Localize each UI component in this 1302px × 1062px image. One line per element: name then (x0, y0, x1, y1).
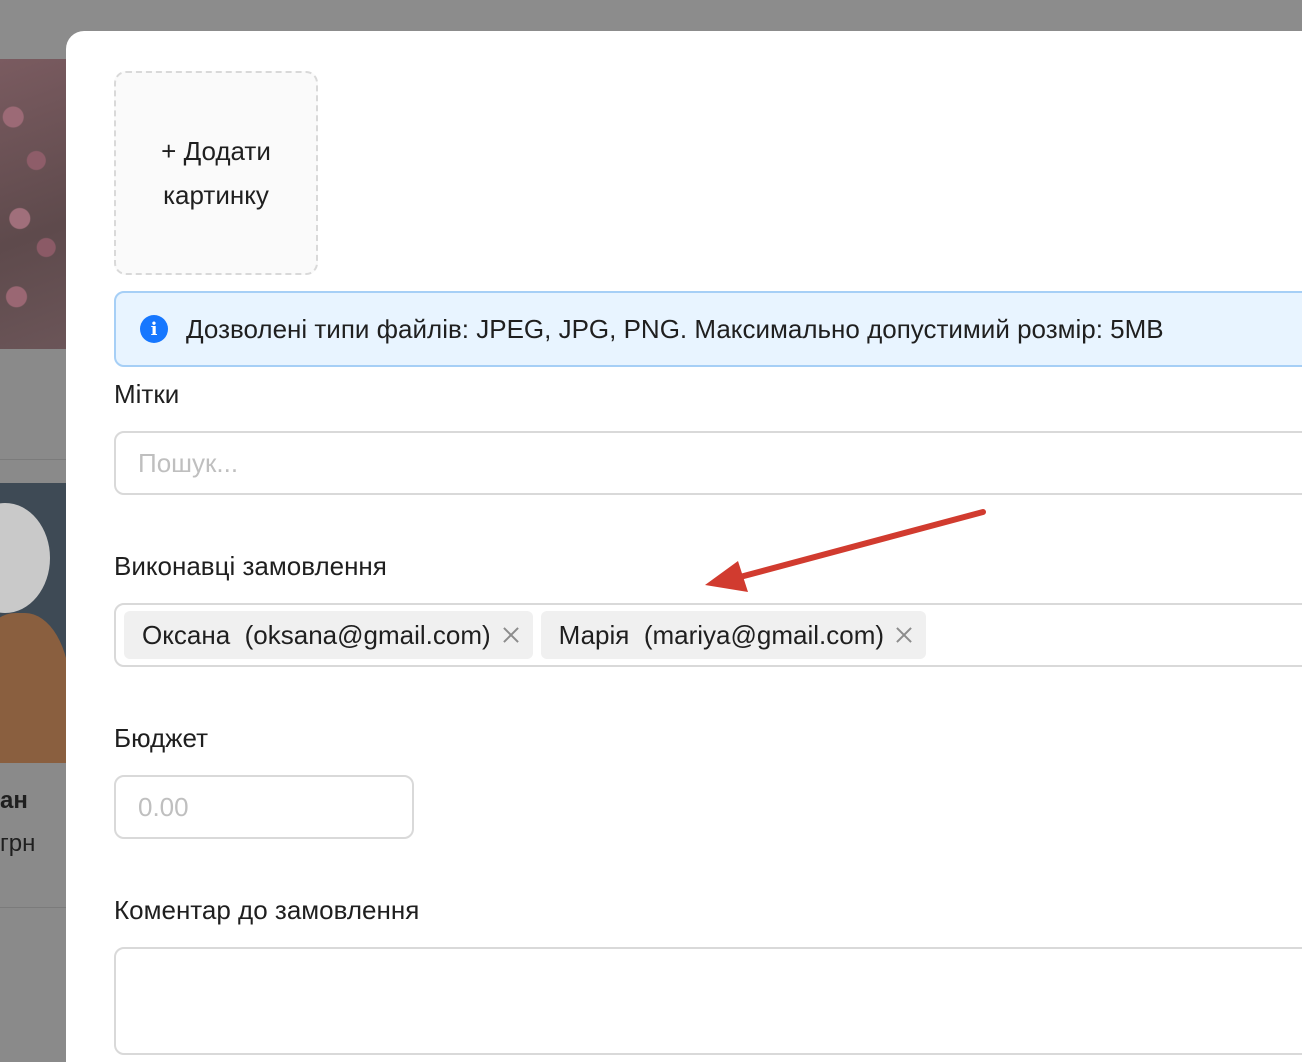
info-icon: i (140, 315, 168, 343)
executor-tag: Оксана (oksana@gmail.com) (124, 611, 533, 659)
product-card-price: грн (0, 830, 36, 857)
executor-tag: Марія (mariya@gmail.com) (540, 611, 927, 659)
product-card-title: ан (0, 787, 28, 814)
background-divider (0, 907, 66, 908)
executor-tag-label: Марія (mariya@gmail.com) (558, 619, 885, 650)
background-divider (0, 459, 66, 460)
product-image-flowers (0, 59, 66, 349)
order-modal: + Додати картинку i Дозволені типи файлі… (66, 31, 1302, 1062)
info-alert-text: Дозволені типи файлів: JPEG, JPG, PNG. М… (186, 313, 1164, 344)
executors-select[interactable]: Оксана (oksana@gmail.com) Марія (mariya@… (114, 603, 1302, 667)
budget-label: Бюджет (114, 723, 209, 753)
comment-textarea[interactable] (114, 947, 1302, 1055)
comment-label: Коментар до замовлення (114, 895, 420, 925)
doll-head-shape (0, 503, 50, 613)
executors-label: Виконавці замовлення (114, 551, 387, 581)
background-page: ан грн (0, 59, 66, 1062)
close-icon[interactable] (501, 625, 521, 645)
close-icon[interactable] (894, 625, 914, 645)
product-image-doll (0, 483, 66, 763)
tags-label: Мітки (114, 379, 180, 409)
budget-input[interactable] (114, 775, 414, 839)
tags-search-input[interactable] (114, 431, 1302, 495)
add-image-label: + Додати картинку (161, 136, 271, 210)
executor-tag-label: Оксана (oksana@gmail.com) (142, 619, 491, 650)
file-types-info-alert: i Дозволені типи файлів: JPEG, JPG, PNG.… (114, 291, 1302, 367)
add-image-button[interactable]: + Додати картинку (114, 71, 318, 275)
doll-body-shape (0, 613, 66, 763)
